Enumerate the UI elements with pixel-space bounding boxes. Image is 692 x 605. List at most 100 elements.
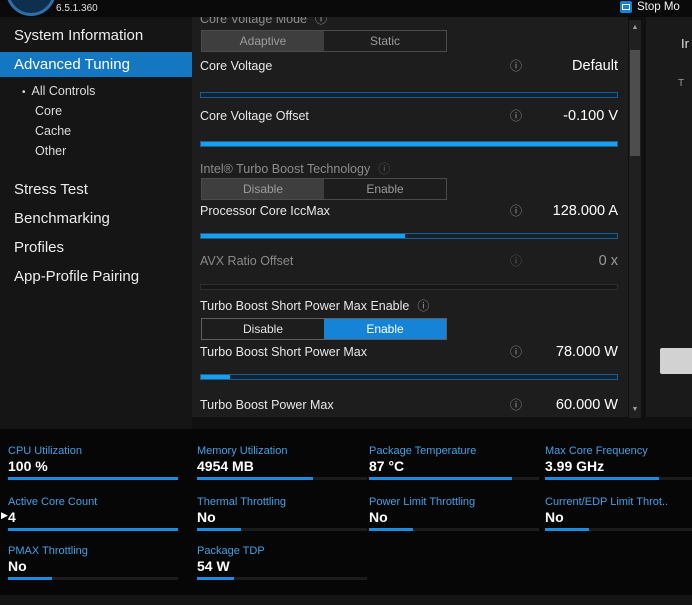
scroll-down-icon[interactable]: ▼ xyxy=(629,404,641,416)
monitor-bar xyxy=(197,577,367,580)
sidebar-item-cache[interactable]: Cache xyxy=(35,124,71,138)
sidebar-item-benchmarking[interactable]: Benchmarking xyxy=(14,210,110,227)
disable-option[interactable]: Disable xyxy=(202,319,324,339)
right-panel-clipped-label: T xyxy=(678,78,684,89)
sidebar-item-app-profile-pairing[interactable]: App-Profile Pairing xyxy=(14,268,139,285)
disable-option[interactable]: Disable xyxy=(202,179,324,199)
monitor-value: 100 % xyxy=(8,458,180,474)
expand-monitor-panel-icon[interactable]: ▶ xyxy=(1,510,8,521)
monitor-label: CPU Utilization xyxy=(8,445,180,457)
monitor-thermal-throttling: Thermal Throttling No xyxy=(197,496,369,531)
monitor-bar xyxy=(197,528,367,531)
sidebar-item-core[interactable]: Core xyxy=(35,104,62,118)
app-version: 6.5.1.360 xyxy=(56,3,98,14)
info-icon[interactable]: ⓘ xyxy=(510,202,522,219)
sidebar-item-other[interactable]: Other xyxy=(35,144,66,158)
sidebar-item-system-information[interactable]: System Information xyxy=(14,27,143,44)
monitor-value: No xyxy=(545,509,692,525)
monitor-power-limit-throttling: Power Limit Throttling No xyxy=(369,496,541,531)
monitor-label: Package Temperature xyxy=(369,445,541,457)
tb-short-power-max-enable-toggle: Disable Enable xyxy=(201,318,447,340)
monitor-label: Current/EDP Limit Throt.. xyxy=(545,496,692,508)
monitor-label: Package TDP xyxy=(197,545,369,557)
turbo-boost-technology-toggle: Disable Enable xyxy=(201,178,447,200)
monitor-bar-fill xyxy=(545,528,589,531)
avx-ratio-offset-label: AVX Ratio Offset xyxy=(200,254,504,268)
monitor-bar xyxy=(545,528,692,531)
monitor-cpu-utilization: CPU Utilization 100 % xyxy=(8,445,180,480)
monitor-bar xyxy=(8,528,178,531)
processor-core-iccmax-value: 128.000 A xyxy=(522,203,618,219)
core-voltage-row: Core Voltage ⓘ Default xyxy=(200,57,618,74)
monitor-value: No xyxy=(8,558,180,574)
tb-short-power-max-value: 78.000 W xyxy=(522,344,618,360)
right-panel-clipped-heading: Ir xyxy=(681,36,689,51)
avx-ratio-offset-row: AVX Ratio Offset ⓘ 0 x xyxy=(200,252,618,269)
info-icon[interactable]: ⓘ xyxy=(417,297,429,314)
monitor-value: No xyxy=(369,509,541,525)
sidebar-nav: System Information Advanced Tuning • All … xyxy=(0,17,192,429)
avx-ratio-offset-value: 0 x xyxy=(522,253,618,269)
monitor-max-core-frequency: Max Core Frequency 3.99 GHz xyxy=(545,445,692,480)
core-voltage-slider[interactable] xyxy=(200,92,618,98)
monitor-value: 4954 MB xyxy=(197,458,369,474)
sidebar-item-stress-test[interactable]: Stress Test xyxy=(14,181,88,198)
right-panel-clipped-button[interactable] xyxy=(660,348,692,374)
monitor-bar-fill xyxy=(197,477,313,480)
xtu-logo-icon xyxy=(6,0,56,16)
stop-monitoring-button[interactable]: Stop Mo xyxy=(620,1,680,13)
sidebar-item-profiles[interactable]: Profiles xyxy=(14,239,64,256)
scroll-thumb[interactable] xyxy=(630,50,640,156)
info-icon[interactable]: ⓘ xyxy=(378,160,390,177)
processor-core-iccmax-slider[interactable] xyxy=(200,233,618,239)
slider-fill xyxy=(201,375,230,379)
info-icon[interactable]: ⓘ xyxy=(510,396,522,413)
monitor-bar-fill xyxy=(8,477,178,480)
info-icon[interactable]: ⓘ xyxy=(510,57,522,74)
processor-core-iccmax-row: Processor Core IccMax ⓘ 128.000 A xyxy=(200,202,618,219)
monitor-bar-fill xyxy=(369,477,512,480)
monitor-active-core-count: Active Core Count 4 xyxy=(8,496,180,531)
monitor-bar xyxy=(545,477,692,480)
monitoring-icon xyxy=(620,1,632,13)
core-voltage-offset-row: Core Voltage Offset ⓘ -0.100 V xyxy=(200,107,618,124)
core-voltage-mode-toggle: Adaptive Static xyxy=(201,30,447,52)
monitor-label: PMAX Throttling xyxy=(8,545,180,557)
slider-fill xyxy=(201,234,405,238)
enable-option[interactable]: Enable xyxy=(324,319,446,339)
monitor-package-tdp: Package TDP 54 W xyxy=(197,545,369,580)
main-scrollbar: ▲ ▼ xyxy=(629,20,641,418)
bottom-edge-strip xyxy=(0,595,692,605)
monitor-bar xyxy=(369,477,539,480)
core-voltage-offset-slider[interactable] xyxy=(200,141,618,147)
sidebar-item-all-controls[interactable]: • All Controls xyxy=(22,84,95,98)
monitor-bar xyxy=(197,477,367,480)
enable-option[interactable]: Enable xyxy=(324,179,446,199)
monitor-label: Power Limit Throttling xyxy=(369,496,541,508)
monitor-bar xyxy=(8,477,178,480)
adaptive-option[interactable]: Adaptive xyxy=(202,31,324,51)
monitor-value: 54 W xyxy=(197,558,369,574)
monitor-label: Max Core Frequency xyxy=(545,445,692,457)
tb-short-power-max-enable-label: Turbo Boost Short Power Max Enable xyxy=(200,299,409,313)
sidebar-item-advanced-tuning[interactable]: Advanced Tuning xyxy=(0,52,192,77)
turbo-boost-technology-label: Intel® Turbo Boost Technology xyxy=(200,162,370,176)
scroll-up-icon[interactable]: ▲ xyxy=(629,22,641,34)
tb-short-power-max-slider[interactable] xyxy=(200,374,618,380)
static-option[interactable]: Static xyxy=(324,31,446,51)
core-voltage-label: Core Voltage xyxy=(200,59,504,73)
tb-power-max-value: 60.000 W xyxy=(522,397,618,413)
monitor-bar-fill xyxy=(369,528,413,531)
bullet-icon: • xyxy=(22,87,26,98)
avx-ratio-offset-slider xyxy=(200,284,618,290)
tb-power-max-row: Turbo Boost Power Max ⓘ 60.000 W xyxy=(200,396,618,413)
monitor-bar-fill xyxy=(8,577,52,580)
monitor-package-temperature: Package Temperature 87 °C xyxy=(369,445,541,480)
info-icon[interactable]: ⓘ xyxy=(510,107,522,124)
sidebar-item-label: All Controls xyxy=(32,84,96,98)
info-icon[interactable]: ⓘ xyxy=(510,343,522,360)
monitor-current-edp-limit-throttling: Current/EDP Limit Throt.. No xyxy=(545,496,692,531)
monitor-bar xyxy=(369,528,539,531)
info-icon[interactable]: ⓘ xyxy=(510,252,522,269)
monitor-value: No xyxy=(197,509,369,525)
